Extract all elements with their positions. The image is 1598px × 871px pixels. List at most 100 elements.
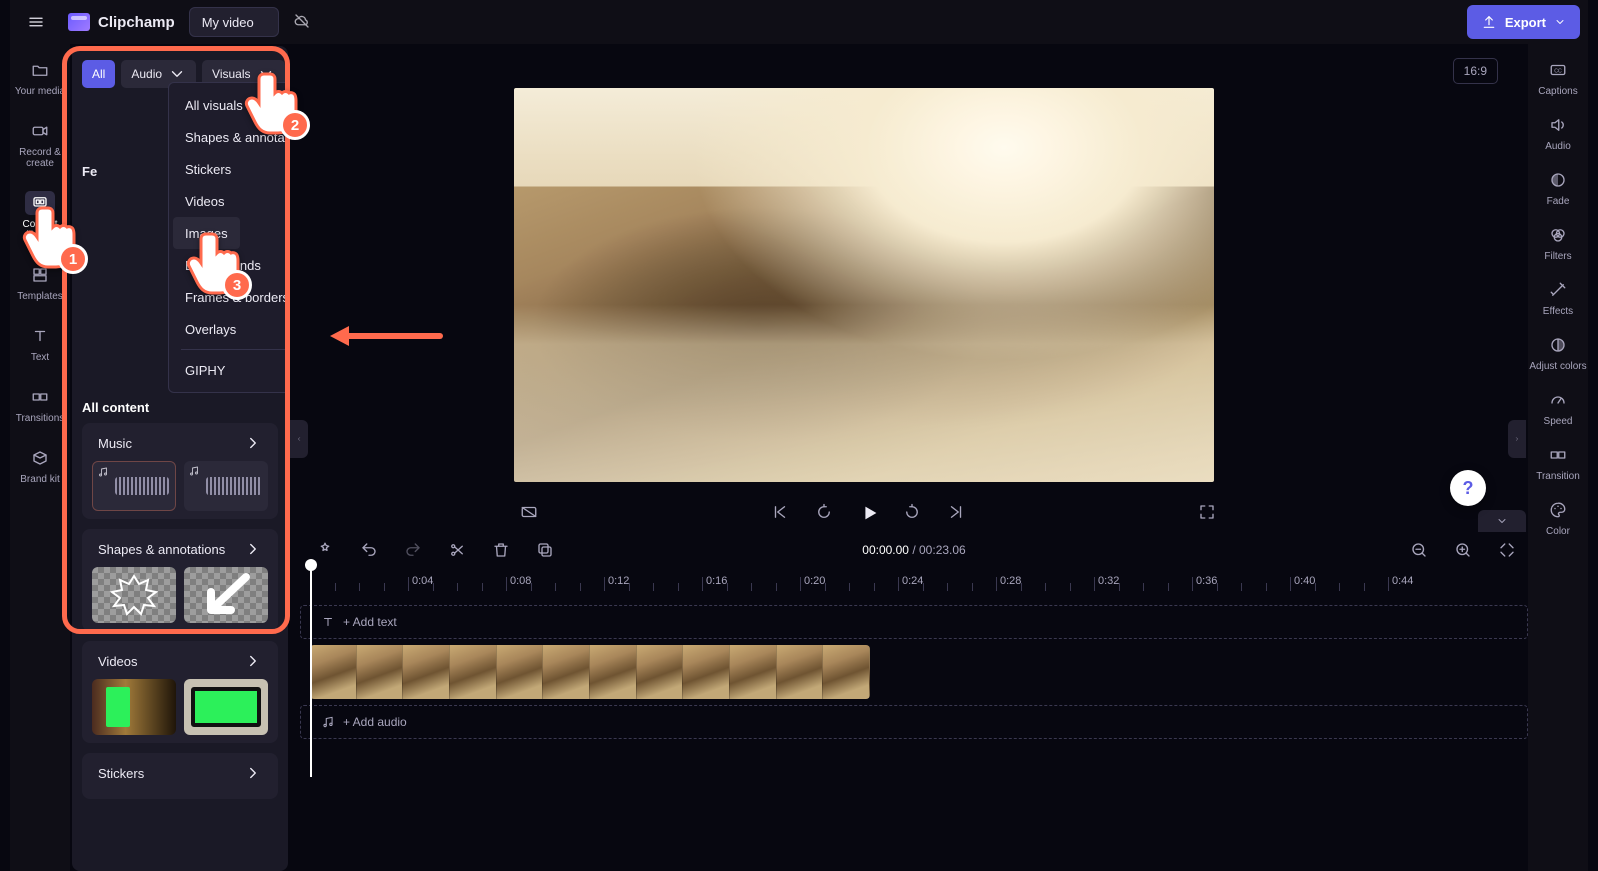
row-header-shapes[interactable]: Shapes & annotations: [92, 537, 268, 561]
rail-speed[interactable]: Speed: [1529, 382, 1587, 433]
row-music: Music: [82, 423, 278, 519]
svg-text:CC: CC: [1554, 68, 1562, 74]
music-thumb[interactable]: [92, 461, 176, 511]
rewind-button[interactable]: [809, 501, 831, 523]
redo-button[interactable]: [398, 540, 428, 560]
play-button[interactable]: [853, 501, 875, 523]
chip-label: Audio: [131, 67, 162, 81]
help-label: ?: [1463, 478, 1474, 499]
rail-color[interactable]: Color: [1529, 492, 1587, 543]
timeline-ruler[interactable]: 0:040:080:120:160:200:240:280:320:360:40…: [300, 569, 1528, 599]
row-label: Stickers: [98, 766, 144, 781]
audio-track[interactable]: + Add audio: [300, 705, 1528, 739]
filters-icon: [1543, 223, 1573, 247]
row-header-stickers[interactable]: Stickers: [92, 761, 268, 785]
collapse-right-tray-button[interactable]: [1478, 510, 1526, 532]
music-thumb[interactable]: [184, 461, 268, 511]
help-button[interactable]: ?: [1450, 470, 1486, 506]
music-note-icon: [97, 466, 109, 478]
rail-record-create[interactable]: Record & create: [11, 113, 69, 175]
music-note-icon: [321, 715, 335, 729]
tutorial-step-badge: 1: [58, 244, 88, 274]
skip-start-button[interactable]: [765, 501, 787, 523]
text-track[interactable]: + Add text: [300, 605, 1528, 639]
video-clip[interactable]: [310, 645, 870, 699]
rail-transitions[interactable]: Transitions: [11, 379, 69, 430]
speedometer-icon: [1543, 388, 1573, 412]
rail-effects[interactable]: Effects: [1529, 272, 1587, 323]
delete-button[interactable]: [486, 540, 516, 560]
dd-giphy[interactable]: GIPHY: [173, 354, 237, 386]
tutorial-pointer-hand: 3: [184, 226, 248, 296]
filter-chip-all[interactable]: All: [82, 60, 115, 88]
shape-thumb-starburst[interactable]: [92, 567, 176, 623]
ruler-tick-label: 0:16: [706, 575, 727, 587]
rail-text[interactable]: Text: [11, 318, 69, 369]
tutorial-step-badge: 3: [222, 270, 252, 300]
ruler-tick-label: 0:24: [902, 575, 923, 587]
playhead[interactable]: [310, 567, 312, 777]
export-button[interactable]: Export: [1467, 5, 1580, 39]
music-note-icon: [188, 465, 200, 477]
dd-stickers[interactable]: Stickers: [173, 153, 243, 185]
split-button[interactable]: [442, 540, 472, 560]
dd-overlays[interactable]: Overlays: [173, 313, 248, 345]
preview-stage[interactable]: [514, 88, 1214, 482]
rail-fade[interactable]: Fade: [1529, 162, 1587, 213]
tutorial-step-badge: 2: [280, 110, 310, 140]
rail-adjust-colors[interactable]: Adjust colors: [1529, 327, 1587, 378]
project-name-input[interactable]: My video: [189, 7, 279, 37]
rail-label: Filters: [1544, 251, 1571, 262]
video-thumb[interactable]: [184, 679, 268, 735]
rail-transition[interactable]: Transition: [1529, 437, 1587, 488]
collapse-left-panel-button[interactable]: [290, 420, 308, 458]
palette-icon: [1543, 498, 1573, 522]
video-track[interactable]: [300, 645, 1528, 699]
menu-button[interactable]: [18, 4, 54, 40]
project-name-text: My video: [202, 15, 254, 30]
rail-label: Effects: [1543, 306, 1573, 317]
dd-label: All visuals: [185, 98, 243, 113]
rail-label: Audio: [1545, 141, 1571, 152]
shape-thumb-arrow[interactable]: [184, 567, 268, 623]
zoom-out-button[interactable]: [1404, 540, 1434, 560]
zoom-fit-button[interactable]: [1492, 540, 1522, 560]
rail-audio[interactable]: Audio: [1529, 107, 1587, 158]
ruler-tick-label: 0:04: [412, 575, 433, 587]
safezone-toggle-button[interactable]: [514, 501, 536, 523]
dd-videos[interactable]: Videos: [173, 185, 237, 217]
row-header-music[interactable]: Music: [92, 431, 268, 455]
brand-name: Clipchamp: [98, 14, 175, 31]
auto-enhance-button[interactable]: [310, 540, 340, 560]
add-audio-label: + Add audio: [343, 715, 407, 729]
dd-label: Videos: [185, 194, 225, 209]
rail-filters[interactable]: Filters: [1529, 217, 1587, 268]
cloud-sync-off-icon[interactable]: [293, 12, 313, 32]
rail-label: Your media: [15, 86, 65, 97]
brand: Clipchamp: [68, 13, 175, 31]
row-shapes-annotations: Shapes & annotations: [82, 529, 278, 631]
folder-icon: [25, 58, 55, 82]
dd-label: Overlays: [185, 322, 236, 337]
fullscreen-button[interactable]: [1192, 501, 1214, 523]
video-thumb[interactable]: [92, 679, 176, 735]
aspect-ratio-selector[interactable]: 16:9: [1453, 58, 1498, 84]
zoom-in-button[interactable]: [1448, 540, 1478, 560]
aspect-label: 16:9: [1464, 64, 1487, 78]
rail-brandkit[interactable]: Brand kit: [11, 440, 69, 491]
content-library-panel: All Audio Visuals Fe All content Music: [72, 46, 288, 871]
row-header-videos[interactable]: Videos: [92, 649, 268, 673]
rail-captions[interactable]: CC Captions: [1529, 52, 1587, 103]
export-label: Export: [1505, 15, 1546, 30]
ruler-tick-label: 0:08: [510, 575, 531, 587]
skip-end-button[interactable]: [941, 501, 963, 523]
ruler-tick-label: 0:20: [804, 575, 825, 587]
row-label: Music: [98, 436, 132, 451]
rail-your-media[interactable]: Your media: [11, 52, 69, 103]
collapse-right-panel-button[interactable]: [1508, 420, 1526, 458]
forward-button[interactable]: [897, 501, 919, 523]
ruler-tick-label: 0:36: [1196, 575, 1217, 587]
undo-button[interactable]: [354, 540, 384, 560]
duplicate-button[interactable]: [530, 540, 560, 560]
row-stickers: Stickers: [82, 753, 278, 799]
